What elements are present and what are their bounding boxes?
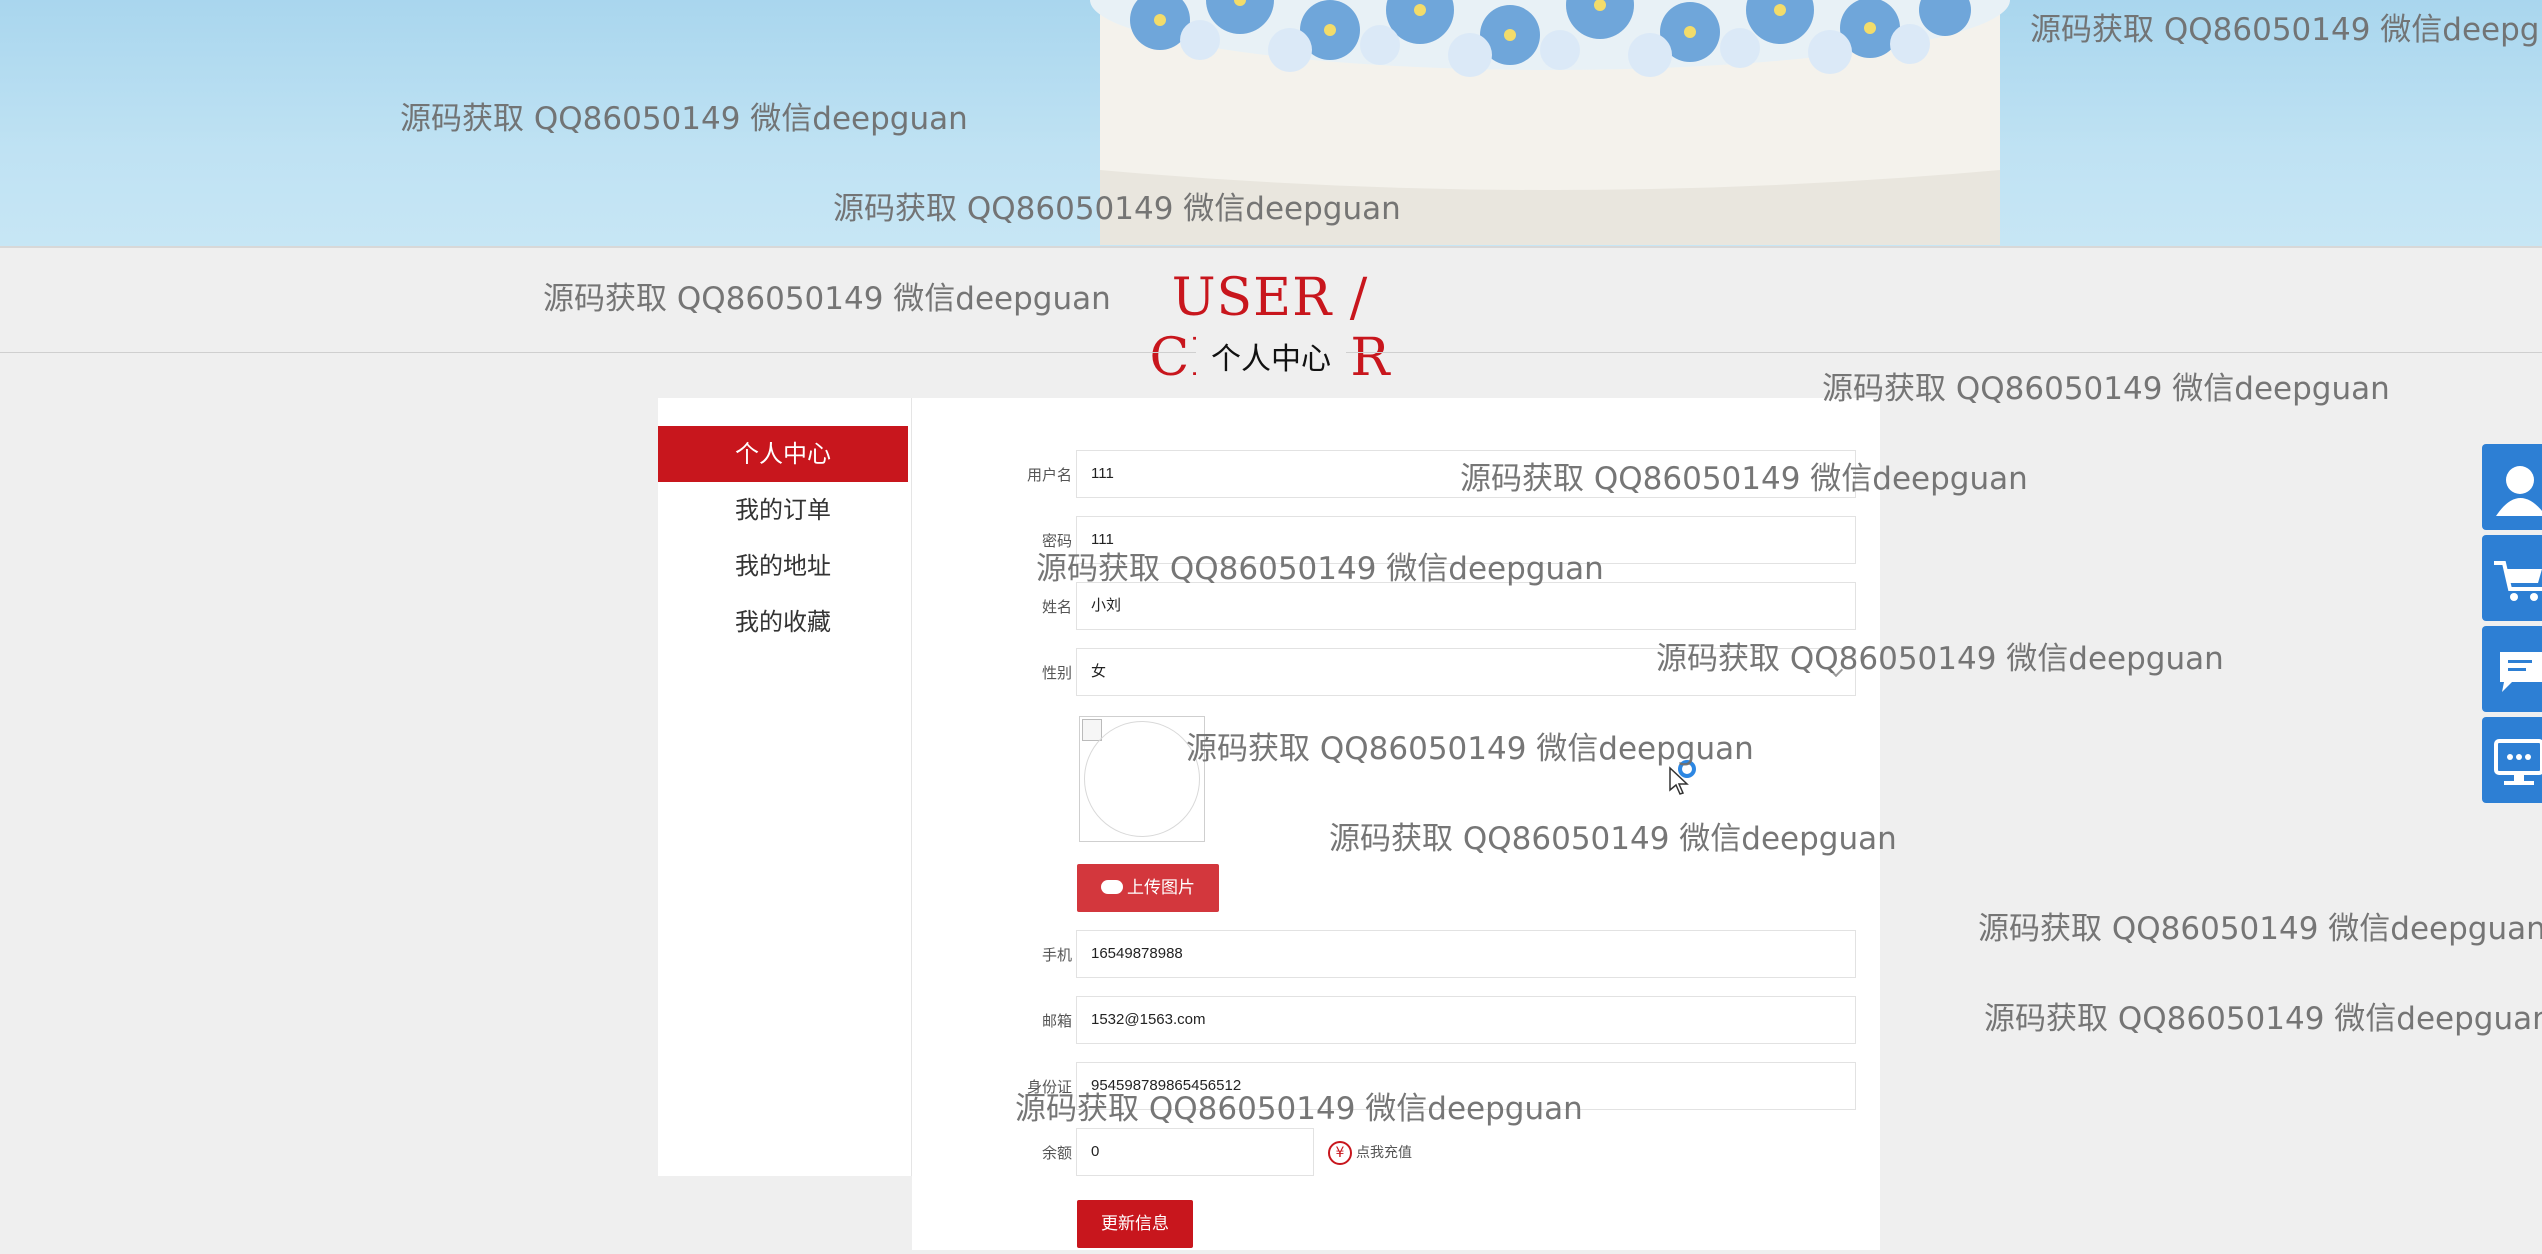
balance-input[interactable]: 0 [1076,1128,1314,1176]
broken-image-icon [1082,719,1102,741]
monitor-chat-icon [2494,739,2542,785]
watermark: 源码获取 QQ86050149 微信deepguan [1984,1001,2542,1037]
watermark: 源码获取 QQ86050149 微信deepguan [1015,1091,1583,1127]
gender-label: 性别 [1041,664,1072,682]
message-icon [2500,652,2542,692]
phone-label: 手机 [1041,946,1072,964]
page-title-cn: 个人中心 [1196,334,1346,378]
username-label: 用户名 [1026,466,1072,484]
upload-image-label: 上传图片 [1127,878,1195,898]
watermark: 源码获取 QQ86050149 微信deepguan [1978,911,2542,947]
name-label: 姓名 [1041,598,1072,616]
recharge-link[interactable]: ¥ 点我充值 [1328,1141,1412,1165]
toolbar-message-button[interactable] [2482,626,2542,712]
watermark: 源码获取 QQ86050149 微信deepguan [1186,731,1754,767]
balance-label: 余额 [1041,1144,1072,1162]
banner-divider [0,246,2542,248]
cart-icon [2494,561,2542,601]
toolbar-chat-button[interactable] [2482,717,2542,803]
watermark: 源码获取 QQ86050149 微信deepguan [1329,821,1897,857]
watermark: 源码获取 QQ86050149 微信deepguan [2030,12,2542,48]
sidebar-item-orders[interactable]: 我的订单 [658,482,908,538]
toolbar-cart-button[interactable] [2482,535,2542,621]
update-info-button[interactable]: 更新信息 [1077,1200,1193,1248]
form-row-name: 姓名 小刘 [912,582,1880,632]
form-row-phone: 手机 16549878988 [912,930,1880,980]
user-icon [2496,466,2542,516]
gender-value: 女 [1091,663,1107,680]
form-row-email: 邮箱 1532@1563.com [912,996,1880,1046]
user-sidebar: 个人中心 我的订单 我的地址 我的收藏 [658,398,912,1176]
watermark: 源码获取 QQ86050149 微信deepguan [1036,551,1604,587]
name-input[interactable]: 小刘 [1076,582,1856,630]
sidebar-item-address[interactable]: 我的地址 [658,538,908,594]
watermark: 源码获取 QQ86050149 微信deepguan [833,191,1401,227]
floating-toolbar [2482,444,2542,808]
sidebar-item-profile[interactable]: 个人中心 [658,426,908,482]
cloud-upload-icon [1101,880,1123,894]
watermark: 源码获取 QQ86050149 微信deepguan [1460,461,2028,497]
watermark: 源码获取 QQ86050149 微信deepguan [543,281,1111,317]
avatar-circle [1084,721,1200,837]
yen-icon: ¥ [1328,1141,1352,1165]
email-label: 邮箱 [1041,1012,1072,1030]
watermark: 源码获取 QQ86050149 微信deepguan [1656,641,2224,677]
recharge-label: 点我充值 [1356,1145,1412,1161]
upload-image-button[interactable]: 上传图片 [1077,864,1219,912]
sidebar-item-favorites[interactable]: 我的收藏 [658,594,908,650]
toolbar-user-button[interactable] [2482,444,2542,530]
watermark: 源码获取 QQ86050149 微信deepguan [400,101,968,137]
watermark: 源码获取 QQ86050149 微信deepguan [1822,371,2390,407]
email-input[interactable]: 1532@1563.com [1076,996,1856,1044]
phone-input[interactable]: 16549878988 [1076,930,1856,978]
